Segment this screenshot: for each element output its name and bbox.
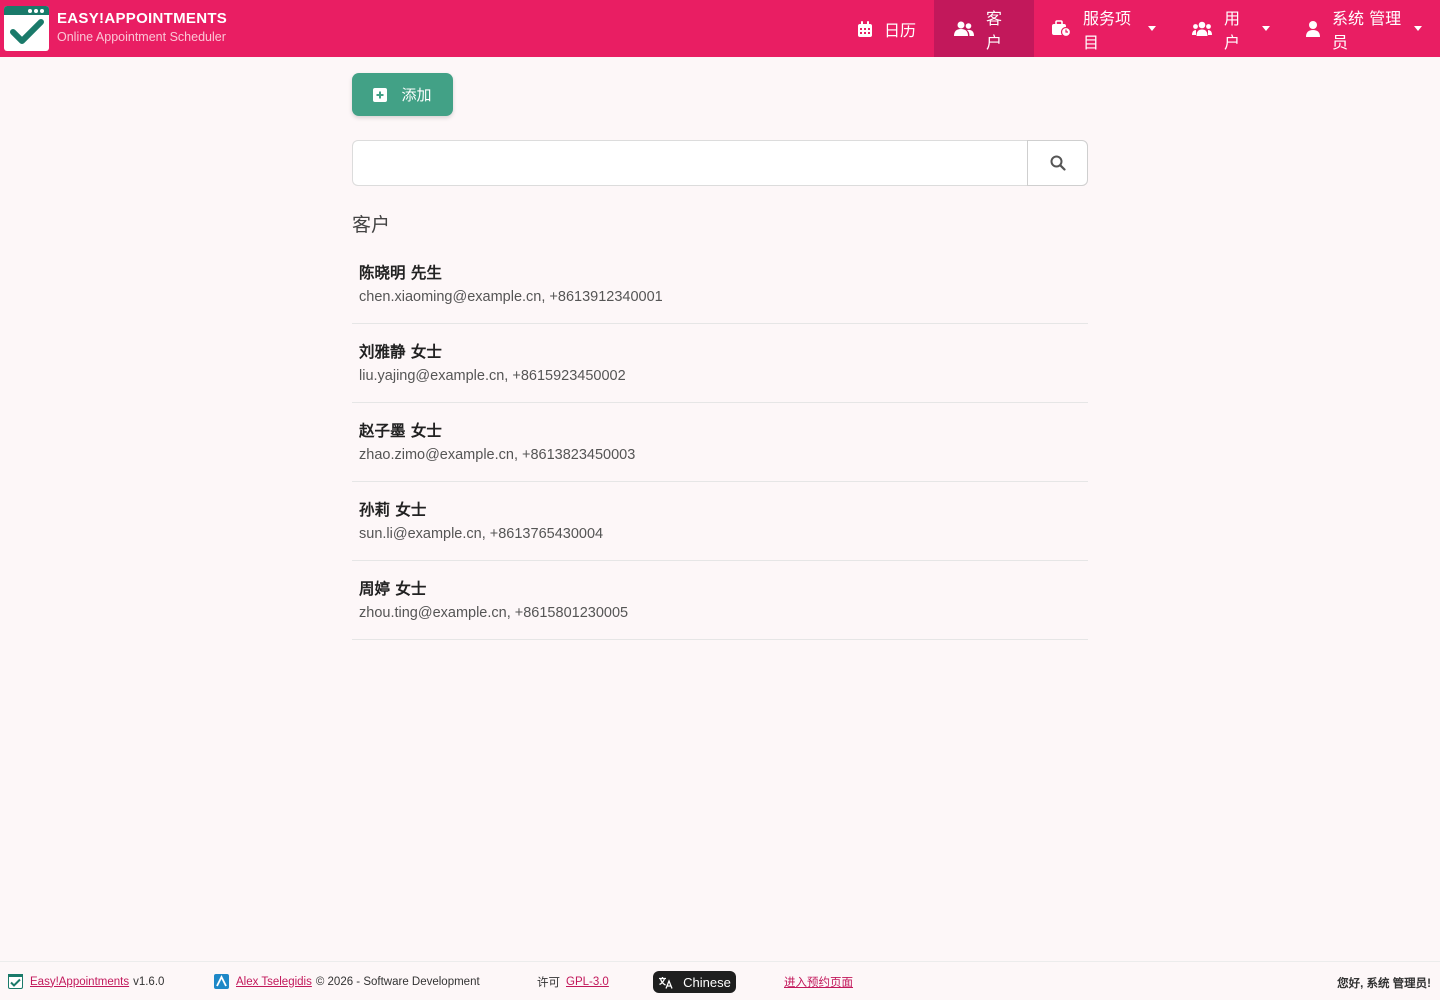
- language-label: Chinese: [683, 974, 731, 990]
- license-label: 许可: [537, 977, 560, 989]
- booking-page-link[interactable]: 进入预约页面: [784, 974, 853, 990]
- nav-customers[interactable]: 客户: [934, 0, 1034, 57]
- users-icon: [954, 21, 974, 37]
- list-item[interactable]: 赵子墨 女士 zhao.zimo@example.cn, +8613823450…: [352, 403, 1088, 482]
- footer: Easy!Appointments v1.6.0 Alex Tselegidis…: [0, 961, 1440, 1000]
- customer-list: 陈晓明 先生 chen.xiaoming@example.cn, +861391…: [352, 245, 1088, 640]
- footer-app-info: Easy!Appointments v1.6.0: [8, 974, 164, 989]
- brand-title: EASY!APPOINTMENTS: [57, 10, 228, 27]
- app-logo-small-icon: [8, 974, 23, 989]
- check-icon: [10, 19, 44, 44]
- customer-contact: zhao.zimo@example.cn, +8613823450003: [359, 447, 636, 463]
- greeting-text: 您好, 系统 管理员!: [1337, 978, 1431, 990]
- list-item[interactable]: 陈晓明 先生 chen.xiaoming@example.cn, +861391…: [352, 245, 1088, 324]
- nav-label: 客户: [986, 8, 1003, 52]
- nav-label: 日历: [884, 20, 917, 40]
- nav-label: 服务项目: [1083, 8, 1132, 52]
- plus-square-icon: [373, 87, 388, 102]
- list-item[interactable]: 孙莉 女士 sun.li@example.cn, +8613765430004: [352, 482, 1088, 561]
- nav-services[interactable]: 服务项目: [1034, 0, 1174, 57]
- search-input[interactable]: [352, 140, 1027, 186]
- app-logo[interactable]: [4, 6, 49, 51]
- user-group-icon: [1192, 21, 1212, 37]
- customer-name: 孙莉 女士: [359, 501, 427, 519]
- chevron-down-icon: [1414, 26, 1422, 31]
- top-navbar: EASY!APPOINTMENTS Online Appointment Sch…: [0, 0, 1440, 57]
- customer-contact: liu.yajing@example.cn, +8615923450002: [359, 368, 626, 384]
- footer-booking: 进入预约页面: [784, 974, 853, 990]
- nav-admin[interactable]: 系统 管理员: [1288, 0, 1440, 57]
- chevron-down-icon: [1148, 26, 1156, 31]
- user-icon: [1306, 20, 1320, 37]
- language-button[interactable]: Chinese: [653, 971, 736, 993]
- add-button-label: 添加: [401, 86, 432, 104]
- main-nav: 日历 客户 服务项目 用户 系统 管理员: [838, 0, 1440, 57]
- search-bar: [352, 140, 1088, 186]
- customer-name: 赵子墨 女士: [359, 422, 442, 440]
- briefcase-clock-icon: [1052, 20, 1071, 37]
- customer-name: 周婷 女士: [359, 580, 427, 598]
- section-title: 客户: [352, 214, 391, 236]
- app-link[interactable]: Easy!Appointments: [30, 976, 129, 988]
- brand: EASY!APPOINTMENTS Online Appointment Sch…: [57, 10, 227, 46]
- search-button[interactable]: [1027, 140, 1088, 186]
- license-link[interactable]: GPL-3.0: [566, 976, 609, 988]
- nav-users[interactable]: 用户: [1174, 0, 1288, 57]
- footer-license: 许可 GPL-3.0: [537, 974, 609, 990]
- footer-author-info: Alex Tselegidis © 2026 - Software Develo…: [214, 974, 480, 989]
- list-item[interactable]: 刘雅静 女士 liu.yajing@example.cn, +861592345…: [352, 324, 1088, 403]
- customer-contact: zhou.ting@example.cn, +8615801230005: [359, 605, 629, 621]
- search-icon: [1050, 155, 1066, 171]
- list-item[interactable]: 周婷 女士 zhou.ting@example.cn, +86158012300…: [352, 561, 1088, 640]
- brand-subtitle: Online Appointment Scheduler: [57, 30, 226, 44]
- author-link[interactable]: Alex Tselegidis: [236, 976, 312, 988]
- author-logo-icon: [214, 974, 229, 989]
- chevron-down-icon: [1262, 26, 1270, 31]
- customer-contact: sun.li@example.cn, +8613765430004: [359, 526, 604, 542]
- translate-icon: [658, 976, 673, 989]
- nav-label: 系统 管理员: [1332, 8, 1402, 52]
- add-customer-button[interactable]: 添加: [352, 73, 453, 116]
- customer-name: 刘雅静 女士: [359, 343, 442, 361]
- customer-name: 陈晓明 先生: [359, 264, 442, 282]
- nav-label: 用户: [1224, 8, 1241, 52]
- calendar-icon: [858, 20, 872, 37]
- app-version: v1.6.0: [133, 975, 165, 988]
- nav-calendar[interactable]: 日历: [838, 0, 934, 57]
- copyright-text: © 2026 - Software Development: [315, 975, 480, 988]
- customer-contact: chen.xiaoming@example.cn, +8613912340001: [359, 289, 663, 305]
